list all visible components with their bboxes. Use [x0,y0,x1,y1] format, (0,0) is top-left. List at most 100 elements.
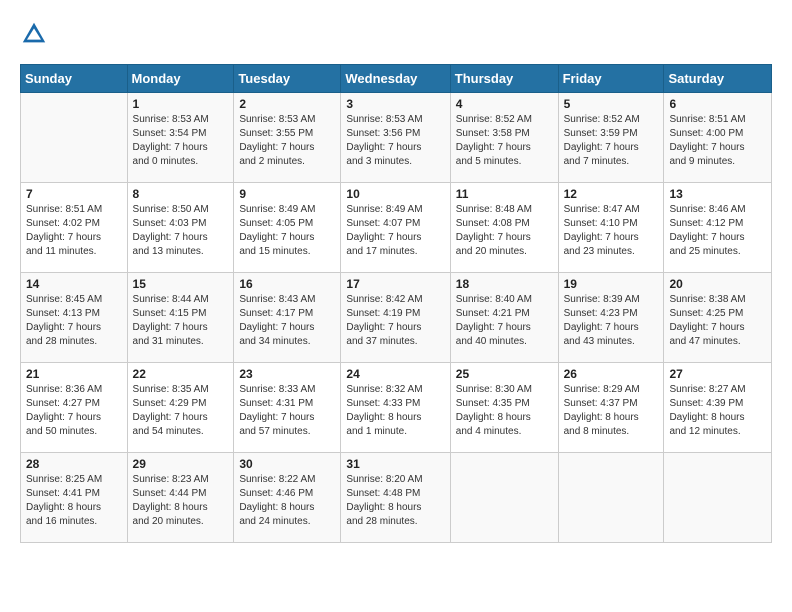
day-number: 26 [564,367,659,381]
day-cell: 4Sunrise: 8:52 AM Sunset: 3:58 PM Daylig… [450,93,558,183]
day-cell: 24 Sunrise: 8:32 AM Sunset: 4:33 PM Dayli… [341,363,450,453]
day-number: 18 [456,277,553,291]
day-cell: 1 Sunrise: 8:53 AM Sunset: 3:54 PM Daylig… [127,93,234,183]
day-cell: 10 Sunrise: 8:49 AM Sunset: 4:07 PM Dayli… [341,183,450,273]
day-number: 9 [239,187,335,201]
day-number: 10 [346,187,444,201]
page-header [20,20,772,48]
day-cell: 15Sunrise: 8:44 AM Sunset: 4:15 PM Dayli… [127,273,234,363]
day-info: Sunrise: 8:51 AM Sunset: 4:02 PM Dayligh… [26,203,122,259]
day-number: 21 [26,367,122,381]
day-number: 7 [26,187,122,201]
day-cell: 25 Sunrise: 8:30 AM Sunset: 4:35 PM Dayli… [450,363,558,453]
day-info: Sunrise: 8:51 AM Sunset: 4:00 PM Dayligh… [669,113,766,169]
day-number: 6 [669,97,766,111]
day-cell [558,453,664,543]
day-number: 13 [669,187,766,201]
day-number: 8 [133,187,229,201]
day-cell: 30 Sunrise: 8:22 AM Sunset: 4:46 PM Dayli… [234,453,341,543]
day-cell: 29 Sunrise: 8:23 AM Sunset: 4:44 PM Dayli… [127,453,234,543]
day-info: Sunrise: 8:48 AM Sunset: 4:08 PM Dayligh… [456,203,553,259]
day-cell: 20 Sunrise: 8:38 AM Sunset: 4:25 PM Dayli… [664,273,772,363]
day-info: Sunrise: 8:38 AM Sunset: 4:25 PM Dayligh… [669,293,766,349]
day-cell: 9 Sunrise: 8:49 AM Sunset: 4:05 PM Daylig… [234,183,341,273]
header-wednesday: Wednesday [341,65,450,93]
day-info: Sunrise: 8:20 AM Sunset: 4:48 PM Dayligh… [346,473,444,529]
day-info: Sunrise: 8:27 AM Sunset: 4:39 PM Dayligh… [669,383,766,439]
calendar-table: SundayMondayTuesdayWednesdayThursdayFrid… [20,64,772,543]
day-number: 1 [133,97,229,111]
day-cell: 12 Sunrise: 8:47 AM Sunset: 4:10 PM Dayli… [558,183,664,273]
day-number: 11 [456,187,553,201]
day-info: Sunrise: 8:22 AM Sunset: 4:46 PM Dayligh… [239,473,335,529]
day-cell: 3Sunrise: 8:53 AM Sunset: 3:56 PM Daylig… [341,93,450,183]
header-sunday: Sunday [21,65,128,93]
day-info: Sunrise: 8:53 AM Sunset: 3:56 PM Dayligh… [346,113,444,169]
day-number: 12 [564,187,659,201]
day-cell: 26Sunrise: 8:29 AM Sunset: 4:37 PM Dayli… [558,363,664,453]
day-info: Sunrise: 8:52 AM Sunset: 3:59 PM Dayligh… [564,113,659,169]
day-cell: 14Sunrise: 8:45 AM Sunset: 4:13 PM Dayli… [21,273,128,363]
header-tuesday: Tuesday [234,65,341,93]
day-info: Sunrise: 8:33 AM Sunset: 4:31 PM Dayligh… [239,383,335,439]
day-cell: 22Sunrise: 8:35 AM Sunset: 4:29 PM Dayli… [127,363,234,453]
day-cell: 2 Sunrise: 8:53 AM Sunset: 3:55 PM Daylig… [234,93,341,183]
logo [20,20,52,48]
logo-icon [20,20,48,48]
day-cell: 6 Sunrise: 8:51 AM Sunset: 4:00 PM Daylig… [664,93,772,183]
day-cell: 13 Sunrise: 8:46 AM Sunset: 4:12 PM Dayli… [664,183,772,273]
day-cell: 31 Sunrise: 8:20 AM Sunset: 4:48 PM Dayli… [341,453,450,543]
header-friday: Friday [558,65,664,93]
day-info: Sunrise: 8:52 AM Sunset: 3:58 PM Dayligh… [456,113,553,169]
header-thursday: Thursday [450,65,558,93]
day-number: 17 [346,277,444,291]
week-row-3: 14Sunrise: 8:45 AM Sunset: 4:13 PM Dayli… [21,273,772,363]
day-info: Sunrise: 8:49 AM Sunset: 4:07 PM Dayligh… [346,203,444,259]
day-info: Sunrise: 8:36 AM Sunset: 4:27 PM Dayligh… [26,383,122,439]
day-cell [664,453,772,543]
day-info: Sunrise: 8:39 AM Sunset: 4:23 PM Dayligh… [564,293,659,349]
day-cell: 8 Sunrise: 8:50 AM Sunset: 4:03 PM Daylig… [127,183,234,273]
day-info: Sunrise: 8:23 AM Sunset: 4:44 PM Dayligh… [133,473,229,529]
day-info: Sunrise: 8:53 AM Sunset: 3:55 PM Dayligh… [239,113,335,169]
day-number: 31 [346,457,444,471]
calendar-header-row: SundayMondayTuesdayWednesdayThursdayFrid… [21,65,772,93]
day-number: 16 [239,277,335,291]
day-number: 5 [564,97,659,111]
day-cell: 19 Sunrise: 8:39 AM Sunset: 4:23 PM Dayli… [558,273,664,363]
day-info: Sunrise: 8:30 AM Sunset: 4:35 PM Dayligh… [456,383,553,439]
day-number: 23 [239,367,335,381]
day-cell: 28Sunrise: 8:25 AM Sunset: 4:41 PM Dayli… [21,453,128,543]
day-cell: 11 Sunrise: 8:48 AM Sunset: 4:08 PM Dayli… [450,183,558,273]
day-cell: 18 Sunrise: 8:40 AM Sunset: 4:21 PM Dayli… [450,273,558,363]
day-number: 28 [26,457,122,471]
day-number: 29 [133,457,229,471]
day-cell: 27 Sunrise: 8:27 AM Sunset: 4:39 PM Dayli… [664,363,772,453]
day-info: Sunrise: 8:49 AM Sunset: 4:05 PM Dayligh… [239,203,335,259]
header-monday: Monday [127,65,234,93]
day-info: Sunrise: 8:43 AM Sunset: 4:17 PM Dayligh… [239,293,335,349]
day-number: 25 [456,367,553,381]
day-number: 22 [133,367,229,381]
day-number: 30 [239,457,335,471]
day-number: 20 [669,277,766,291]
day-info: Sunrise: 8:40 AM Sunset: 4:21 PM Dayligh… [456,293,553,349]
day-cell: 7 Sunrise: 8:51 AM Sunset: 4:02 PM Daylig… [21,183,128,273]
day-info: Sunrise: 8:50 AM Sunset: 4:03 PM Dayligh… [133,203,229,259]
day-number: 27 [669,367,766,381]
day-cell: 21 Sunrise: 8:36 AM Sunset: 4:27 PM Dayli… [21,363,128,453]
day-info: Sunrise: 8:47 AM Sunset: 4:10 PM Dayligh… [564,203,659,259]
week-row-4: 21 Sunrise: 8:36 AM Sunset: 4:27 PM Dayli… [21,363,772,453]
day-number: 24 [346,367,444,381]
day-cell [450,453,558,543]
day-number: 2 [239,97,335,111]
day-number: 19 [564,277,659,291]
day-info: Sunrise: 8:46 AM Sunset: 4:12 PM Dayligh… [669,203,766,259]
day-info: Sunrise: 8:42 AM Sunset: 4:19 PM Dayligh… [346,293,444,349]
day-cell: 23 Sunrise: 8:33 AM Sunset: 4:31 PM Dayli… [234,363,341,453]
day-info: Sunrise: 8:32 AM Sunset: 4:33 PM Dayligh… [346,383,444,439]
day-cell [21,93,128,183]
day-info: Sunrise: 8:53 AM Sunset: 3:54 PM Dayligh… [133,113,229,169]
day-cell: 5 Sunrise: 8:52 AM Sunset: 3:59 PM Daylig… [558,93,664,183]
day-cell: 17 Sunrise: 8:42 AM Sunset: 4:19 PM Dayli… [341,273,450,363]
